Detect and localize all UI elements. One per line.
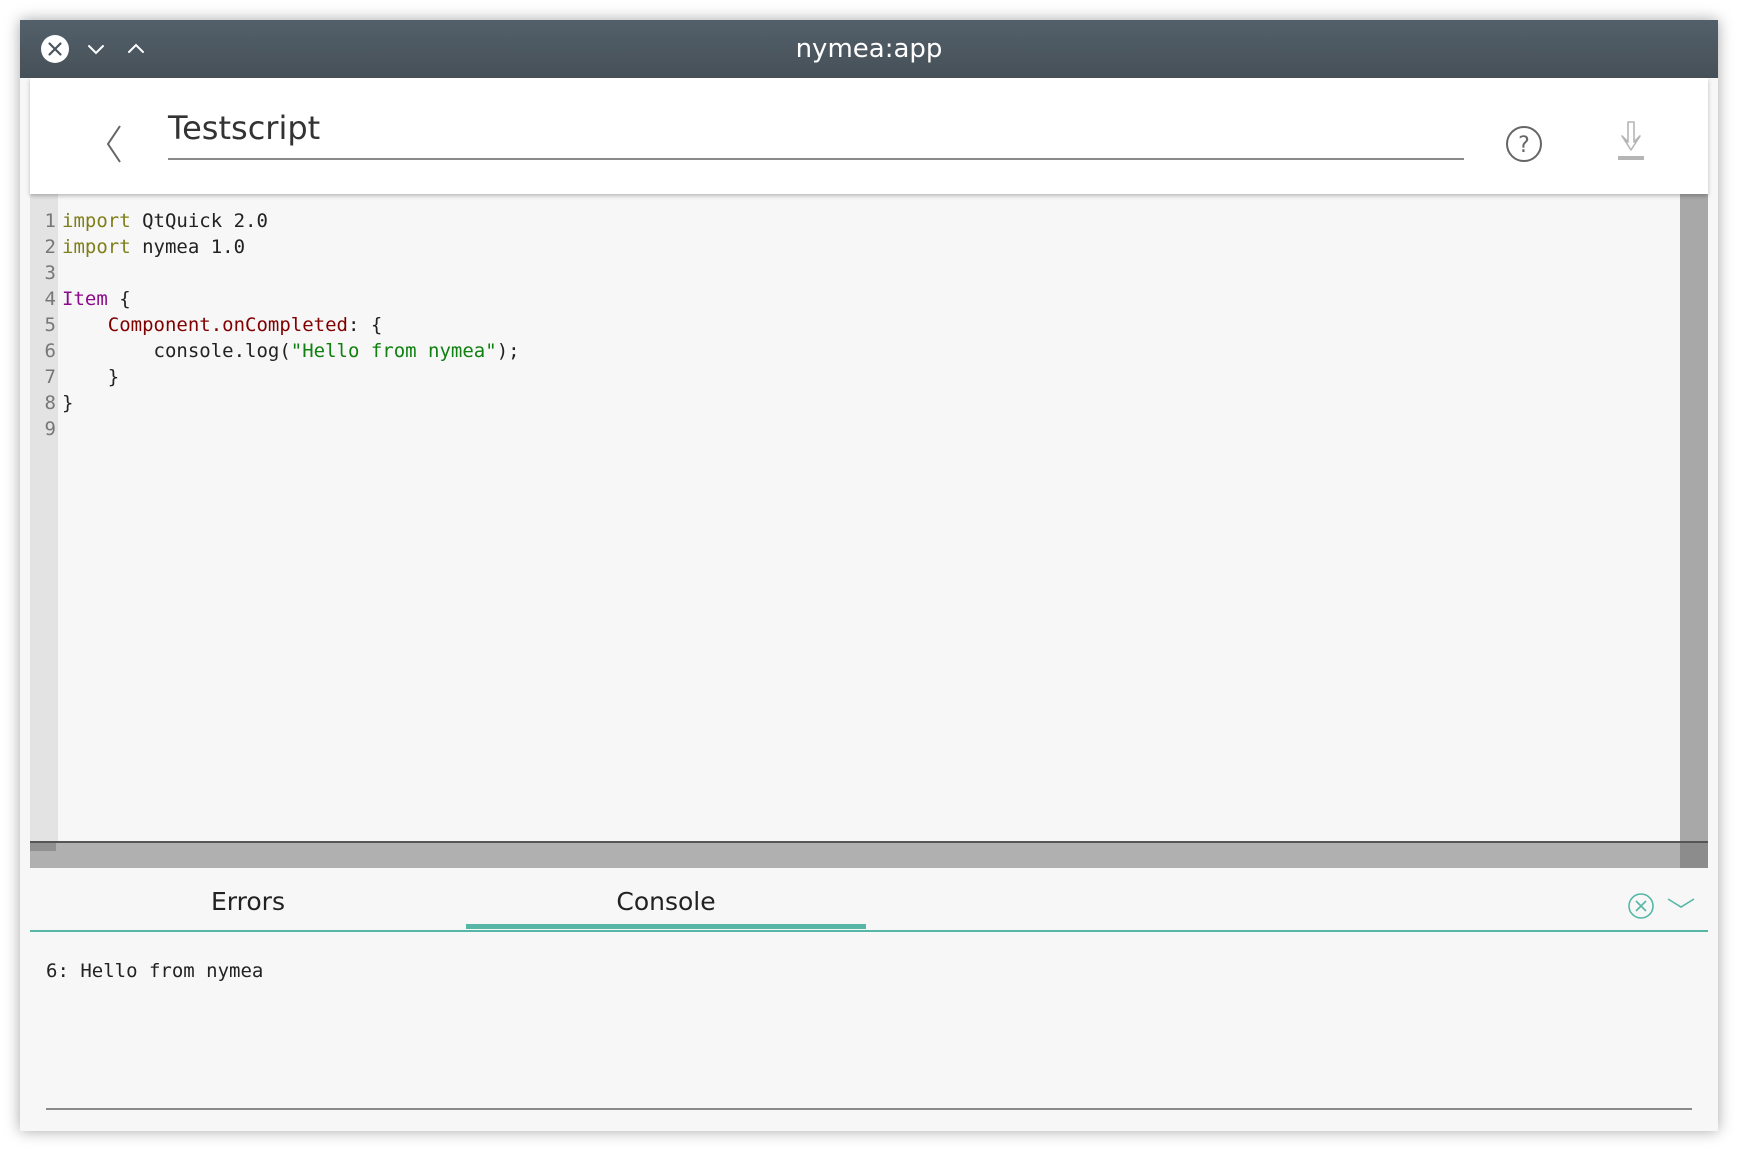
back-button[interactable]: [100, 124, 130, 164]
code-token: console.log(: [62, 340, 291, 362]
code-token: );: [496, 340, 520, 362]
line-number: 2: [44, 236, 56, 258]
console-output: 6: Hello from nymea: [46, 960, 264, 982]
tab-console[interactable]: Console: [466, 882, 866, 926]
code-token: import: [62, 236, 131, 258]
line-number: 3: [44, 262, 56, 284]
code-token: Component.onCompleted: [107, 314, 348, 336]
code-token: "Hello from nymea": [290, 340, 497, 362]
help-icon: ?: [1506, 126, 1542, 162]
vertical-scrollbar[interactable]: [1680, 194, 1708, 868]
code-line: Component.onCompleted: {: [62, 312, 520, 338]
tab-errors[interactable]: Errors: [30, 882, 466, 926]
line-number: 9: [44, 418, 56, 440]
chevron-down-icon: [1667, 898, 1695, 908]
line-number: 4: [44, 288, 56, 310]
clear-icon: [1628, 893, 1654, 919]
help-button[interactable]: ?: [1504, 124, 1544, 164]
code-token: }: [62, 366, 120, 388]
clear-console-button[interactable]: [1627, 892, 1655, 920]
horizontal-scrollbar[interactable]: [30, 841, 1680, 870]
code-line: import QtQuick 2.0: [62, 208, 520, 234]
code-line: }: [62, 390, 520, 416]
download-icon: [1618, 121, 1644, 160]
output-tab-bar: Errors Console: [30, 868, 1708, 932]
code-token: }: [62, 392, 74, 414]
selected-tab-indicator: [466, 924, 866, 929]
line-number: 5: [44, 314, 56, 336]
code-editor[interactable]: 123456789 import QtQuick 2.0 import nymea…: [30, 194, 1708, 870]
title-bar: nymea:app: [20, 20, 1718, 78]
code-token: {: [107, 288, 131, 310]
line-number: 1: [44, 210, 56, 232]
code-token: import: [62, 210, 131, 232]
back-arrow-icon: [106, 125, 121, 163]
code-text[interactable]: import QtQuick 2.0 import nymea 1.0 Item {…: [62, 208, 520, 442]
app-window: nymea:app Testscript ? 123456789 import …: [20, 20, 1718, 1131]
code-line: console.log("Hello from nymea");: [62, 338, 520, 364]
output-panel: Errors Console 6: Hello from nymea: [30, 868, 1708, 1131]
code-token: Item: [62, 288, 108, 310]
code-token: QtQuick 2.0: [130, 210, 268, 232]
console-input-line[interactable]: [46, 1108, 1692, 1110]
line-number: 7: [44, 366, 56, 388]
code-line: Item {: [62, 286, 520, 312]
line-numbers: 1 2 3 4 5 6 7 8 9: [30, 208, 56, 442]
script-name-field[interactable]: Testscript: [168, 106, 1464, 160]
code-token: nymea 1.0: [130, 236, 246, 258]
code-token: : {: [347, 314, 383, 336]
scrollbar-corner: [1680, 841, 1708, 870]
code-line: import nymea 1.0: [62, 234, 520, 260]
page-header: Testscript ?: [30, 78, 1708, 194]
window-title: nymea:app: [795, 34, 943, 64]
line-number: 6: [44, 340, 56, 362]
svg-text:?: ?: [1518, 133, 1530, 158]
code-line: }: [62, 364, 520, 390]
line-number: 8: [44, 392, 56, 414]
download-button[interactable]: [1614, 120, 1648, 164]
collapse-panel-button[interactable]: [1666, 894, 1696, 914]
script-name-value[interactable]: Testscript: [168, 106, 320, 150]
line-number-gutter: 1 2 3 4 5 6 7 8 9: [30, 194, 58, 842]
horizontal-scroll-handle[interactable]: [30, 843, 56, 851]
